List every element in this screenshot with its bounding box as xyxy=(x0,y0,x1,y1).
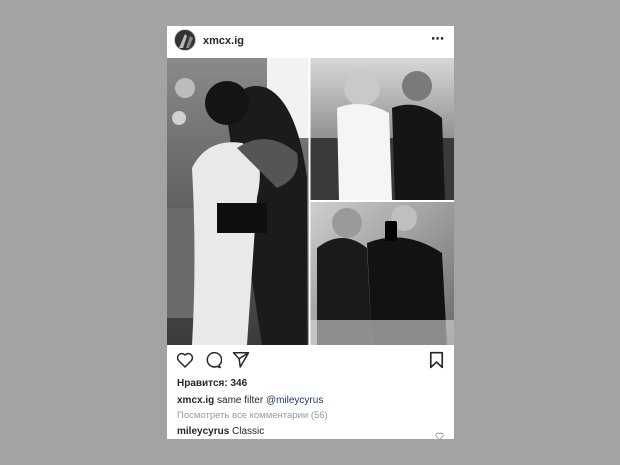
left-photo xyxy=(167,58,309,345)
post-username[interactable]: xmcx.ig xyxy=(203,35,244,47)
comment-row: mileycyrus Classic xyxy=(177,426,264,437)
likes-count[interactable]: Нравится: 346 xyxy=(177,378,247,389)
caption-username[interactable]: xmcx.ig xyxy=(177,395,214,406)
caption-text: same filter xyxy=(217,395,264,406)
more-options-icon[interactable]: ⋯ xyxy=(431,31,445,47)
comment-heart-icon[interactable] xyxy=(435,427,444,445)
avatar[interactable] xyxy=(174,29,196,51)
post-header: xmcx.ig ⋯ xyxy=(167,26,454,58)
post-caption: xmcx.ig same filter @mileycyrus xyxy=(177,395,323,406)
view-all-comments-link[interactable]: Посмотреть все комментарии (56) xyxy=(177,410,328,421)
comment-username[interactable]: mileycyrus xyxy=(177,426,229,437)
top-right-photo xyxy=(310,58,454,200)
heart-icon[interactable] xyxy=(176,351,194,373)
caption-mention-link[interactable]: @mileycyrus xyxy=(266,395,323,406)
bookmark-icon[interactable] xyxy=(429,351,444,374)
post-photo-collage[interactable] xyxy=(167,58,454,345)
action-bar xyxy=(167,351,454,373)
avatar-image xyxy=(175,30,195,50)
bottom-right-photo xyxy=(310,202,454,345)
instagram-post-card: xmcx.ig ⋯ Нравится: 346 xmcx.ig same fil… xyxy=(167,26,454,441)
comment-icon[interactable] xyxy=(204,351,223,374)
comment-text: Classic xyxy=(232,426,265,437)
send-icon[interactable] xyxy=(232,351,250,373)
collage-image xyxy=(167,58,454,345)
